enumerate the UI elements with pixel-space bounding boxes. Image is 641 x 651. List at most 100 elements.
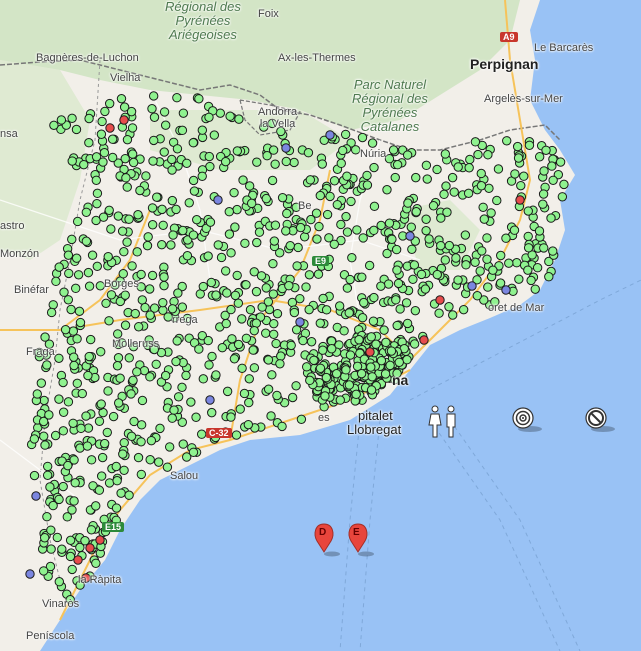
marker-green[interactable]: [39, 395, 49, 406]
marker-red[interactable]: [85, 543, 95, 553]
marker-green[interactable]: [220, 266, 231, 276]
marker-green[interactable]: [132, 367, 142, 377]
marker-green[interactable]: [477, 246, 487, 256]
marker-green[interactable]: [107, 134, 118, 144]
marker-green[interactable]: [217, 343, 228, 353]
marker-green[interactable]: [541, 145, 551, 155]
marker-green[interactable]: [167, 304, 178, 314]
marker-green[interactable]: [70, 283, 81, 294]
marker-green[interactable]: [96, 399, 106, 409]
marker-green[interactable]: [559, 179, 569, 190]
marker-green[interactable]: [538, 189, 549, 199]
marker-green[interactable]: [57, 544, 67, 554]
marker-green[interactable]: [332, 199, 343, 210]
marker-green[interactable]: [254, 227, 265, 237]
marker-green[interactable]: [97, 452, 108, 463]
marker-green[interactable]: [230, 222, 240, 232]
marker-green[interactable]: [336, 158, 346, 169]
marker-green[interactable]: [168, 230, 178, 240]
marker-green[interactable]: [46, 307, 57, 318]
marker-green[interactable]: [272, 390, 282, 401]
marker-green[interactable]: [106, 224, 116, 234]
marker-blue[interactable]: [295, 317, 305, 327]
marker-green[interactable]: [192, 214, 202, 225]
marker-green[interactable]: [166, 240, 176, 250]
marker-green[interactable]: [159, 280, 169, 291]
marker-green[interactable]: [178, 225, 188, 236]
marker-green[interactable]: [222, 288, 232, 298]
marker-green[interactable]: [367, 138, 378, 148]
marker-green[interactable]: [84, 351, 94, 362]
marker-green[interactable]: [392, 320, 402, 331]
marker-green[interactable]: [203, 251, 213, 261]
marker-green[interactable]: [224, 229, 235, 239]
marker-green[interactable]: [306, 337, 317, 347]
marker-green[interactable]: [189, 186, 200, 196]
marker-green[interactable]: [126, 389, 136, 399]
marker-green[interactable]: [245, 305, 256, 315]
marker-green[interactable]: [112, 476, 122, 486]
marker-green[interactable]: [157, 240, 167, 250]
marker-green[interactable]: [211, 370, 221, 380]
marker-green[interactable]: [351, 389, 361, 400]
marker-green[interactable]: [249, 325, 259, 336]
marker-green[interactable]: [160, 120, 171, 130]
marker-green[interactable]: [409, 260, 420, 270]
marker-green[interactable]: [54, 353, 64, 363]
marker-green[interactable]: [267, 175, 278, 186]
marker-green[interactable]: [108, 411, 119, 422]
marker-green[interactable]: [342, 171, 352, 181]
marker-green[interactable]: [385, 360, 395, 371]
marker-green[interactable]: [344, 380, 355, 390]
marker-green[interactable]: [140, 302, 150, 313]
marker-green[interactable]: [233, 339, 244, 350]
marker-green[interactable]: [284, 281, 294, 291]
marker-green[interactable]: [329, 239, 339, 249]
marker-green[interactable]: [421, 160, 432, 171]
marker-green[interactable]: [66, 304, 76, 315]
marker-green[interactable]: [232, 270, 242, 281]
marker-green[interactable]: [142, 240, 153, 251]
marker-green[interactable]: [128, 375, 138, 386]
marker-green[interactable]: [261, 328, 271, 338]
marker-green[interactable]: [148, 91, 159, 101]
marker-green[interactable]: [269, 329, 279, 340]
marker-green[interactable]: [555, 157, 566, 167]
marker-green[interactable]: [366, 362, 376, 372]
marker-green[interactable]: [155, 423, 165, 434]
marker-green[interactable]: [119, 465, 129, 475]
marker-green[interactable]: [366, 332, 376, 342]
marker-green[interactable]: [91, 501, 101, 511]
marker-green[interactable]: [204, 151, 214, 162]
marker-green[interactable]: [167, 195, 178, 206]
marker-green[interactable]: [367, 372, 377, 382]
marker-green[interactable]: [444, 240, 455, 251]
marker-green[interactable]: [376, 281, 386, 291]
marker-green[interactable]: [291, 325, 302, 335]
marker-green[interactable]: [104, 98, 115, 109]
marker-green[interactable]: [81, 411, 91, 421]
marker-green[interactable]: [220, 156, 231, 167]
marker-green[interactable]: [127, 123, 138, 133]
marker-green[interactable]: [85, 334, 96, 345]
marker-green[interactable]: [113, 398, 124, 408]
marker-green[interactable]: [46, 525, 56, 535]
marker-green[interactable]: [548, 246, 558, 256]
marker-green[interactable]: [118, 269, 128, 279]
marker-green[interactable]: [127, 261, 137, 271]
marker-green[interactable]: [207, 407, 217, 418]
marker-green[interactable]: [71, 253, 82, 263]
marker-green[interactable]: [238, 175, 248, 185]
marker-green[interactable]: [402, 150, 413, 160]
marker-green[interactable]: [344, 308, 354, 318]
marker-green[interactable]: [76, 423, 86, 434]
marker-green[interactable]: [312, 234, 322, 244]
marker-green[interactable]: [379, 325, 389, 335]
marker-green[interactable]: [512, 258, 522, 268]
marker-green[interactable]: [295, 293, 305, 304]
marker-green[interactable]: [513, 153, 524, 163]
marker-green[interactable]: [309, 355, 319, 365]
marker-green[interactable]: [493, 164, 504, 174]
marker-green[interactable]: [534, 152, 545, 162]
marker-blue[interactable]: [325, 130, 335, 140]
